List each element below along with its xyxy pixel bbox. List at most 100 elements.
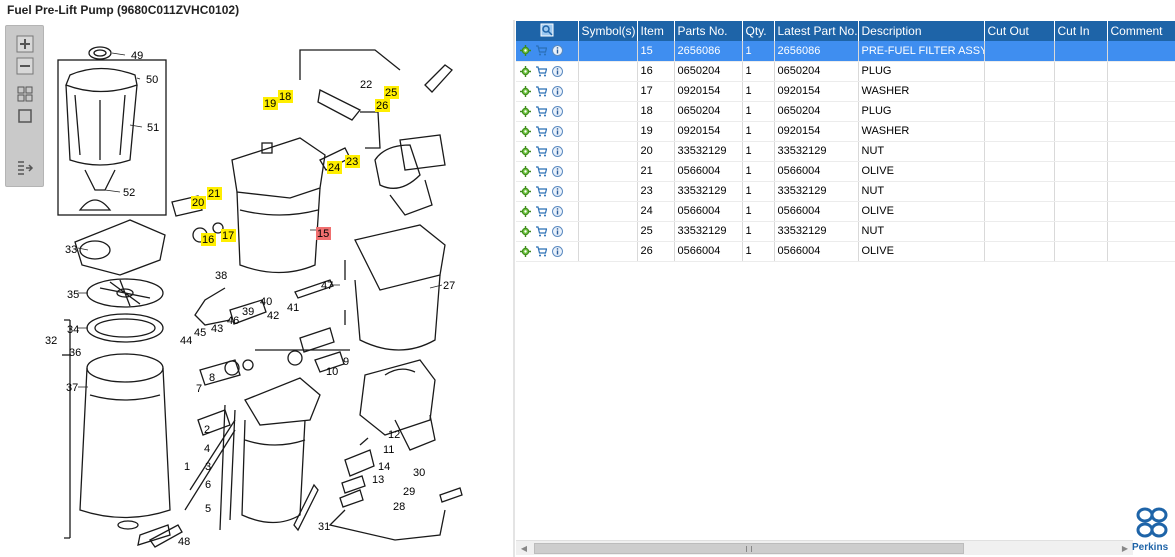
- gear-icon[interactable]: [520, 145, 531, 157]
- callout-52[interactable]: 52: [123, 187, 135, 199]
- callout-16[interactable]: 16: [202, 234, 214, 246]
- zoom-in-button[interactable]: [14, 34, 36, 54]
- locate-column-header[interactable]: [516, 21, 579, 41]
- cart-icon[interactable]: [536, 45, 547, 56]
- callout-22[interactable]: 22: [360, 79, 372, 91]
- cart-icon[interactable]: [536, 245, 547, 257]
- table-row[interactable]: 16 0650204 1 0650204 PLUG: [516, 61, 1175, 82]
- callout-26[interactable]: 26: [376, 100, 388, 112]
- cart-icon[interactable]: [536, 85, 547, 97]
- cart-icon[interactable]: [536, 185, 547, 197]
- gear-icon[interactable]: [520, 45, 531, 57]
- info-icon[interactable]: [552, 65, 563, 77]
- info-icon[interactable]: [552, 165, 563, 177]
- column-header-comment[interactable]: Comment: [1107, 21, 1175, 41]
- table-row[interactable]: 15 2656086 1 2656086 PRE-FUEL FILTER ASSY: [516, 41, 1175, 62]
- table-row[interactable]: 20 33532129 1 33532129 NUT: [516, 141, 1175, 162]
- callout-43[interactable]: 43: [211, 323, 223, 335]
- callout-12[interactable]: 12: [388, 429, 400, 441]
- callout-29[interactable]: 29: [403, 486, 415, 498]
- column-header-item[interactable]: Item: [637, 21, 675, 41]
- callout-6[interactable]: 6: [205, 479, 211, 491]
- zoom-out-button[interactable]: [14, 56, 36, 76]
- info-icon[interactable]: [552, 205, 563, 217]
- gear-icon[interactable]: [520, 65, 531, 77]
- scroll-right-arrow-icon[interactable]: ▶: [1120, 543, 1130, 554]
- callout-14[interactable]: 14: [378, 461, 390, 473]
- callout-37[interactable]: 37: [66, 382, 78, 394]
- column-header-description[interactable]: Description: [858, 21, 985, 41]
- gear-icon[interactable]: [520, 205, 531, 217]
- callout-24[interactable]: 24: [328, 162, 340, 174]
- info-icon[interactable]: [552, 245, 563, 257]
- gear-icon[interactable]: [520, 85, 531, 97]
- column-header-qty[interactable]: Qty.: [742, 21, 775, 41]
- callout-30[interactable]: 30: [413, 467, 425, 479]
- fit-all-button[interactable]: [14, 84, 36, 104]
- cart-icon[interactable]: [536, 125, 547, 137]
- callout-21[interactable]: 21: [208, 188, 220, 200]
- info-icon[interactable]: [552, 225, 563, 237]
- column-header-latest-part-no[interactable]: Latest Part No.: [774, 21, 859, 41]
- column-header-cut-in[interactable]: Cut In: [1054, 21, 1108, 41]
- callout-8[interactable]: 8: [209, 372, 215, 384]
- callout-49[interactable]: 49: [131, 50, 143, 62]
- callout-3[interactable]: 3: [205, 461, 211, 473]
- callout-15[interactable]: 15: [317, 228, 329, 240]
- callout-9[interactable]: 9: [343, 356, 349, 368]
- fit-page-button[interactable]: [14, 106, 36, 126]
- info-icon[interactable]: [552, 45, 563, 57]
- scroll-left-arrow-icon[interactable]: ◀: [519, 543, 529, 554]
- callout-41[interactable]: 41: [287, 302, 299, 314]
- gear-icon[interactable]: [520, 225, 531, 237]
- callout-38[interactable]: 38: [215, 270, 227, 282]
- gear-icon[interactable]: [520, 165, 531, 177]
- callout-32[interactable]: 32: [45, 335, 57, 347]
- gear-icon[interactable]: [520, 105, 531, 117]
- info-icon[interactable]: [552, 145, 563, 157]
- gear-icon[interactable]: [520, 185, 531, 197]
- callout-45[interactable]: 45: [194, 327, 206, 339]
- callout-25[interactable]: 25: [385, 87, 397, 99]
- gear-icon[interactable]: [520, 245, 531, 257]
- table-row[interactable]: 19 0920154 1 0920154 WASHER: [516, 121, 1175, 142]
- callout-7[interactable]: 7: [196, 383, 202, 395]
- callout-36[interactable]: 36: [69, 347, 81, 359]
- gear-icon[interactable]: [520, 125, 531, 137]
- table-row[interactable]: 21 0566004 1 0566004 OLIVE: [516, 161, 1175, 182]
- callout-40[interactable]: 40: [260, 296, 272, 308]
- callout-42[interactable]: 42: [267, 310, 279, 322]
- column-header-parts-no[interactable]: Parts No.: [674, 21, 743, 41]
- table-row[interactable]: 23 33532129 1 33532129 NUT: [516, 181, 1175, 202]
- info-icon[interactable]: [552, 85, 563, 97]
- callout-4[interactable]: 4: [204, 443, 210, 455]
- callout-1[interactable]: 1: [184, 461, 190, 473]
- cart-icon[interactable]: [536, 145, 547, 157]
- diagram-pane[interactable]: 49 50 51 52 33 35 34 32 36 37 22 25 26 1…: [0, 20, 510, 557]
- callout-51[interactable]: 51: [147, 122, 159, 134]
- callout-39[interactable]: 39: [242, 306, 254, 318]
- callout-44[interactable]: 44: [180, 335, 192, 347]
- callout-27[interactable]: 27: [443, 280, 455, 292]
- callout-47[interactable]: 47: [321, 280, 333, 292]
- callout-20[interactable]: 20: [192, 197, 204, 209]
- table-row[interactable]: 26 0566004 1 0566004 OLIVE: [516, 241, 1175, 262]
- cart-icon[interactable]: [536, 165, 547, 177]
- callout-31[interactable]: 31: [318, 521, 330, 533]
- cart-icon[interactable]: [536, 105, 547, 117]
- info-icon[interactable]: [552, 185, 563, 197]
- callout-2[interactable]: 2: [204, 424, 210, 436]
- callout-50[interactable]: 50: [146, 74, 158, 86]
- info-icon[interactable]: [552, 105, 563, 117]
- callout-5[interactable]: 5: [205, 503, 211, 515]
- table-row[interactable]: 17 0920154 1 0920154 WASHER: [516, 81, 1175, 102]
- scrollbar-thumb[interactable]: [534, 543, 964, 554]
- column-header-symbols[interactable]: Symbol(s): [578, 21, 638, 41]
- pane-splitter[interactable]: [513, 20, 515, 557]
- export-button[interactable]: [14, 158, 36, 178]
- callout-28[interactable]: 28: [393, 501, 405, 513]
- callout-34[interactable]: 34: [67, 324, 79, 336]
- column-header-cut-out[interactable]: Cut Out: [984, 21, 1055, 41]
- callout-33[interactable]: 33: [65, 244, 77, 256]
- table-horizontal-scrollbar[interactable]: ◀ ▶: [516, 540, 1133, 555]
